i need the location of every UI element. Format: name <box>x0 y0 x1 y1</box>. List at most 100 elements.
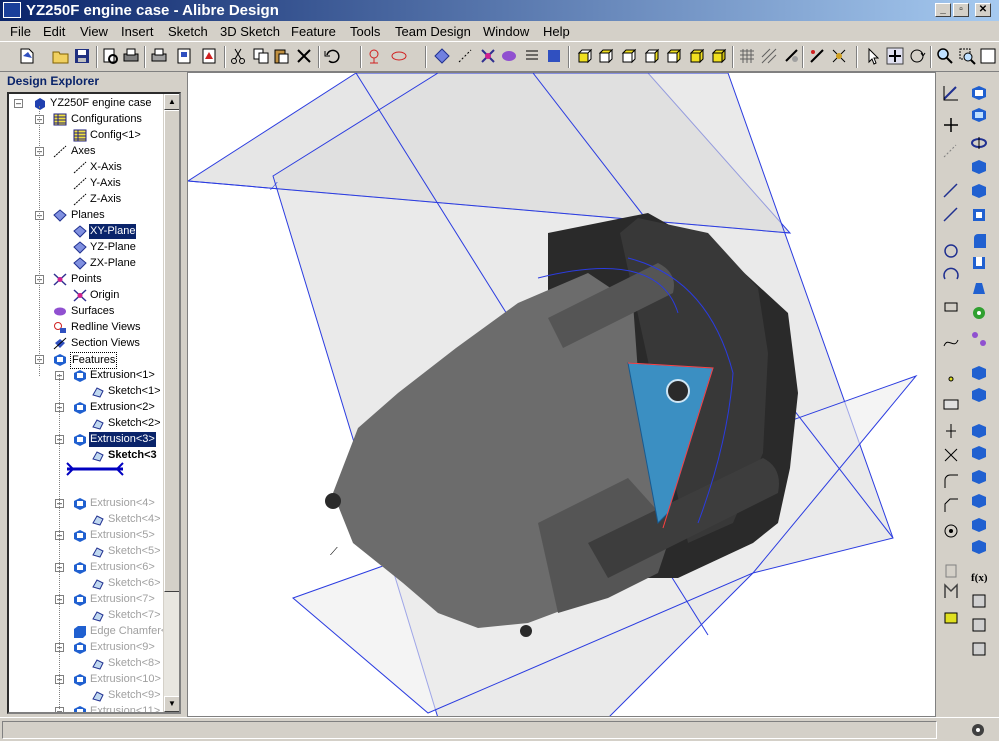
menu-file[interactable]: File <box>10 24 31 39</box>
surface-icon[interactable] <box>500 47 518 65</box>
fillet-icon[interactable] <box>942 472 960 490</box>
view-iso-icon[interactable] <box>710 47 728 65</box>
menu-window[interactable]: Window <box>483 24 529 39</box>
shell-icon[interactable] <box>970 254 988 272</box>
view-right-icon[interactable] <box>688 47 706 65</box>
circle-icon[interactable] <box>942 242 960 260</box>
analysis-icon[interactable] <box>545 47 563 65</box>
boolean-icon[interactable] <box>970 386 988 404</box>
project-icon[interactable] <box>942 582 960 600</box>
delete-face-icon[interactable] <box>970 492 988 510</box>
redline-ellipse-icon[interactable] <box>390 47 408 65</box>
point-icon[interactable] <box>942 370 960 388</box>
pan-icon[interactable] <box>886 47 904 65</box>
mirror-feature-icon[interactable] <box>970 364 988 382</box>
grid-icon[interactable] <box>738 47 756 65</box>
menu-feature[interactable]: Feature <box>291 24 336 39</box>
close-button[interactable]: ✕ <box>975 3 991 17</box>
menu-3d-sketch[interactable]: 3D Sketch <box>220 24 280 39</box>
paste-icon[interactable] <box>272 47 290 65</box>
thicken-icon[interactable] <box>970 422 988 440</box>
cut-extrude-icon[interactable] <box>970 106 988 124</box>
offset-icon[interactable] <box>942 522 960 540</box>
plane-icon[interactable] <box>433 47 451 65</box>
menu-help[interactable]: Help <box>543 24 570 39</box>
menu-view[interactable]: View <box>80 24 108 39</box>
collapse-toggle[interactable]: – <box>14 99 23 108</box>
model-view[interactable]: ⟋ ⟋ <box>188 73 936 717</box>
thread-icon[interactable] <box>970 592 988 610</box>
settings-icon[interactable] <box>970 640 988 658</box>
revolve-icon[interactable] <box>970 134 988 152</box>
hatch-icon[interactable] <box>760 47 778 65</box>
view-back-icon[interactable] <box>597 47 615 65</box>
sweep-icon[interactable] <box>970 182 988 200</box>
zoom-window-icon[interactable] <box>958 47 976 65</box>
spline-icon[interactable] <box>942 334 960 352</box>
cut-icon[interactable] <box>229 47 247 65</box>
undo-icon[interactable] <box>323 47 341 65</box>
hole-icon[interactable] <box>970 304 988 322</box>
rectangle-icon[interactable] <box>942 298 960 316</box>
equation-icon[interactable]: f(x) <box>970 568 988 586</box>
status-gear-icon[interactable] <box>970 722 986 738</box>
render-icon[interactable] <box>783 47 801 65</box>
restore-button[interactable]: ▫ <box>953 3 969 17</box>
reference-icon[interactable] <box>942 608 960 626</box>
chamfer-icon[interactable] <box>942 496 960 514</box>
measure-icon[interactable] <box>808 47 826 65</box>
delete-icon[interactable] <box>295 47 313 65</box>
replace-face-icon[interactable] <box>970 468 988 486</box>
zoom-fit-icon[interactable] <box>979 47 997 65</box>
print-setup-icon[interactable] <box>122 47 140 65</box>
scale-icon[interactable] <box>970 516 988 534</box>
split-icon[interactable] <box>970 444 988 462</box>
scroll-up-button[interactable]: ▲ <box>164 94 179 110</box>
draft-icon[interactable] <box>970 280 988 298</box>
line-icon[interactable] <box>942 182 960 200</box>
loft-icon[interactable] <box>970 206 988 224</box>
crosshair-icon[interactable] <box>942 116 960 134</box>
line-icon[interactable] <box>942 206 960 224</box>
construction-line-icon[interactable] <box>942 142 960 160</box>
scroll-down-button[interactable]: ▼ <box>164 696 179 712</box>
cut-revolve-icon[interactable] <box>970 158 988 176</box>
page-setup-icon[interactable] <box>175 47 193 65</box>
new-icon[interactable] <box>18 47 36 65</box>
save-icon[interactable] <box>73 47 91 65</box>
rotate-icon[interactable] <box>908 47 926 65</box>
view-top-icon[interactable] <box>620 47 638 65</box>
properties-icon[interactable] <box>970 616 988 634</box>
mirror-icon[interactable] <box>942 562 960 580</box>
3d-viewport[interactable]: ⟋ ⟋ <box>187 72 936 717</box>
copy-icon[interactable] <box>252 47 270 65</box>
trim-icon[interactable] <box>942 422 960 440</box>
view-front-icon[interactable] <box>576 47 594 65</box>
fillet-feature-icon[interactable] <box>970 232 988 250</box>
rollback-marker[interactable] <box>65 462 125 476</box>
menu-insert[interactable]: Insert <box>121 24 154 39</box>
list-icon[interactable] <box>523 47 541 65</box>
zoom-icon[interactable] <box>936 47 954 65</box>
sketch-icon[interactable] <box>942 84 960 102</box>
arc-icon[interactable] <box>942 266 960 284</box>
minimize-button[interactable]: _ <box>935 3 951 17</box>
redline-icon[interactable] <box>368 47 386 65</box>
scroll-thumb[interactable] <box>164 110 179 592</box>
extend-icon[interactable] <box>942 446 960 464</box>
menu-tools[interactable]: Tools <box>350 24 380 39</box>
select-icon[interactable] <box>864 47 882 65</box>
dimension-icon[interactable] <box>942 396 960 414</box>
point-icon[interactable] <box>479 47 497 65</box>
view-bottom-icon[interactable] <box>643 47 661 65</box>
open-icon[interactable] <box>52 47 70 65</box>
inspect-icon[interactable] <box>830 47 848 65</box>
pattern-icon[interactable] <box>970 330 988 348</box>
menu-team-design[interactable]: Team Design <box>395 24 471 39</box>
move-face-icon[interactable] <box>970 538 988 556</box>
view-left-icon[interactable] <box>665 47 683 65</box>
axis-icon[interactable] <box>456 47 474 65</box>
extrude-icon[interactable] <box>970 84 988 102</box>
pdf-icon[interactable] <box>200 47 218 65</box>
print-icon[interactable] <box>150 47 168 65</box>
